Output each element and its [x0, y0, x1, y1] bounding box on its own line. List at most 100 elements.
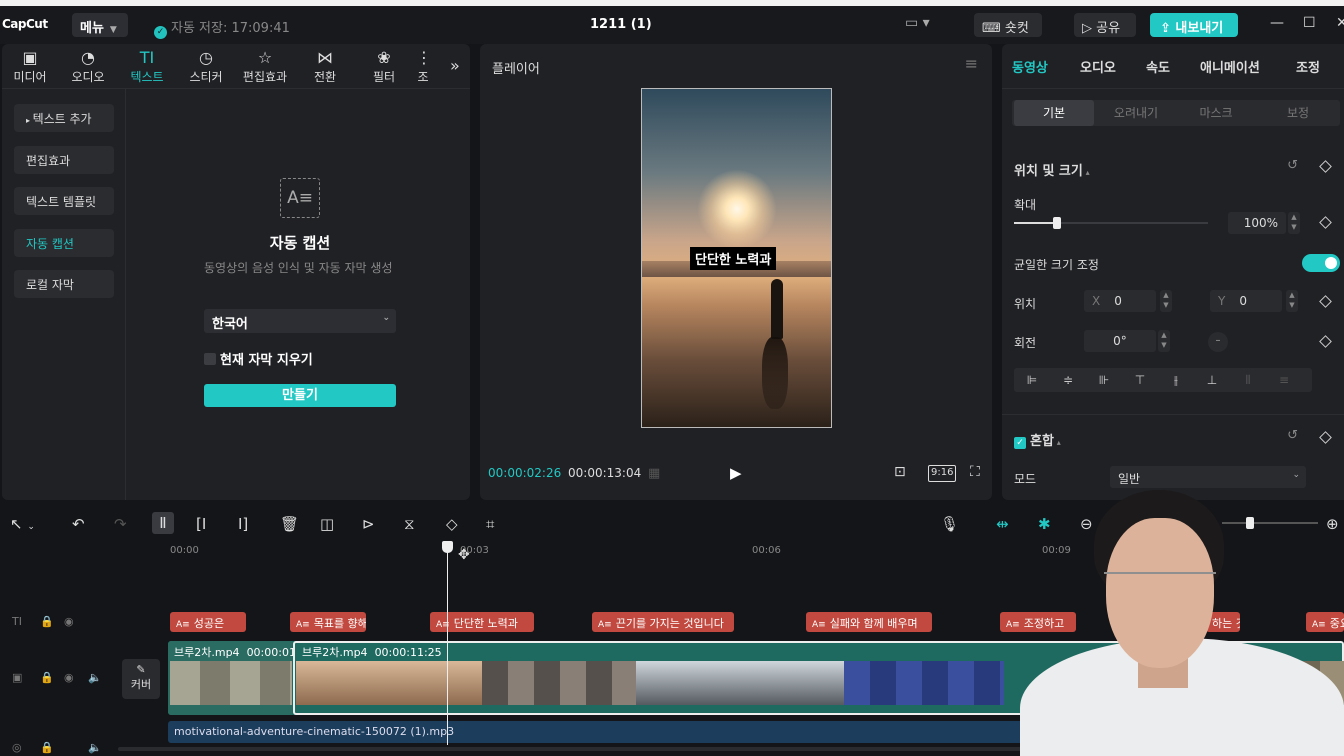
tab-adjust[interactable]: 조정	[1296, 57, 1320, 76]
playhead[interactable]	[447, 545, 448, 745]
scale-slider-handle[interactable]	[1053, 217, 1061, 229]
position-y-input[interactable]: Y0	[1210, 290, 1282, 312]
tab-video[interactable]: 동영상	[1012, 57, 1048, 76]
eye-icon[interactable]: ◉	[64, 671, 74, 684]
volume-icon[interactable]: 🔈	[88, 671, 102, 684]
x-stepper[interactable]: ▲ ▼	[1160, 290, 1172, 312]
position-x-input[interactable]: X0	[1084, 290, 1156, 312]
aspect-ratio-button[interactable]: 9:16	[928, 465, 957, 482]
align-top-icon[interactable]: ⊤	[1122, 368, 1158, 392]
select-tool-icon[interactable]: ↖ ⌄	[10, 515, 35, 533]
tool-transition[interactable]: ⋈ 전환	[299, 48, 351, 85]
layout-icon[interactable]: ▭ ▾	[905, 15, 941, 35]
subtab-mask[interactable]: 마스크	[1176, 104, 1256, 121]
reset-icon[interactable]: ↺	[1287, 158, 1298, 173]
keyframe-icon[interactable]	[1319, 160, 1332, 173]
make-button[interactable]: 만들기	[204, 384, 396, 407]
caption-clip[interactable]: A≡ 단단한 노력과	[430, 612, 534, 632]
undo-icon[interactable]: ↶	[72, 515, 85, 533]
subtab-cutout[interactable]: 오려내기	[1096, 104, 1176, 121]
subtab-retouch[interactable]: 보정	[1258, 104, 1338, 121]
align-center-h-icon[interactable]: ≑	[1050, 368, 1086, 392]
crop-icon[interactable]: ⌗	[486, 515, 494, 533]
tool-media[interactable]: ▣ 미디어	[4, 48, 56, 85]
tool-adjust[interactable]: ⋮ 조	[416, 48, 430, 85]
zoom-fit-icon[interactable]: ⊡	[894, 464, 906, 480]
caption-clip[interactable]: A≡ 끈기를 가지는 것입니다	[592, 612, 734, 632]
tool-audio[interactable]: ◔ 오디오	[62, 48, 114, 85]
keyframe-icon[interactable]	[1319, 335, 1332, 348]
align-center-v-icon[interactable]: ⫲	[1158, 368, 1194, 392]
more-tools-icon[interactable]: »	[450, 56, 460, 75]
rotation-input[interactable]: 0°	[1084, 330, 1156, 352]
rotation-dial-icon[interactable]: –	[1208, 332, 1228, 352]
lock-icon[interactable]: 🔒	[40, 741, 54, 754]
share-button[interactable]: ▷ 공유	[1074, 13, 1136, 37]
mic-icon[interactable]: 🎙	[940, 515, 959, 533]
preview-caption[interactable]: 단단한 노력과	[690, 247, 777, 270]
maximize-icon[interactable]: ☐	[1303, 15, 1316, 31]
caption-clip[interactable]: A≡ 성공은	[170, 612, 246, 632]
scale-value[interactable]: 100%	[1228, 212, 1286, 234]
side-item-effects[interactable]: 편집효과	[14, 146, 114, 174]
freeze-icon[interactable]: ◫	[320, 515, 334, 533]
tab-animation[interactable]: 애니메이션	[1200, 57, 1260, 76]
tab-audio[interactable]: 오디오	[1080, 57, 1116, 76]
tool-sticker[interactable]: ◷ 스티커	[180, 48, 232, 85]
magnet-icon[interactable]: ⇹	[996, 515, 1009, 533]
keyframe-icon[interactable]	[1319, 216, 1332, 229]
cover-button[interactable]: ✎ 커버	[122, 659, 160, 699]
caption-clip[interactable]: A≡ 목표를 향해	[290, 612, 366, 632]
eye-icon[interactable]: ◉	[64, 615, 74, 628]
side-item-text-template[interactable]: 텍스트 템플릿	[14, 187, 114, 215]
shortcut-button[interactable]: ⌨ 숏컷	[974, 13, 1042, 37]
blend-mode-select[interactable]: 일반 ⌄	[1110, 466, 1306, 488]
timecode-grid-icon[interactable]: ▦	[648, 466, 660, 481]
uniform-scale-toggle[interactable]	[1302, 254, 1340, 272]
minimize-icon[interactable]: —	[1270, 15, 1284, 31]
caption-clip[interactable]: A≡ 실패와 함께 배우며	[806, 612, 932, 632]
video-preview[interactable]: 단단한 노력과	[641, 88, 832, 428]
side-item-add-text[interactable]: ▸ 텍스트 추가	[14, 104, 114, 132]
align-bottom-icon[interactable]: ⊥	[1194, 368, 1230, 392]
close-icon[interactable]: ✕	[1336, 15, 1344, 31]
reverse-icon[interactable]: ⊳	[362, 515, 375, 533]
tool-filter[interactable]: ❀ 필터	[358, 48, 410, 85]
caret-up-icon: ▴	[1082, 168, 1090, 177]
keyframe-icon[interactable]	[1319, 431, 1332, 444]
scale-slider[interactable]	[1014, 217, 1208, 229]
y-stepper[interactable]: ▲ ▼	[1286, 290, 1298, 312]
scale-stepper[interactable]: ▲ ▼	[1288, 212, 1300, 234]
clear-captions-checkbox[interactable]: 현재 자막 지우기	[204, 349, 313, 368]
tool-effects[interactable]: ☆ 편집효과	[239, 48, 291, 85]
align-right-icon[interactable]: ⊪	[1086, 368, 1122, 392]
volume-icon[interactable]: 🔈	[88, 741, 102, 754]
delete-icon[interactable]: 🗑	[280, 515, 299, 533]
rotation-stepper[interactable]: ▲ ▼	[1158, 330, 1170, 352]
menu-icon[interactable]: ≡	[965, 54, 978, 73]
side-item-auto-caption[interactable]: 자동 캡션	[14, 229, 114, 257]
distribute-v-icon[interactable]: ≡	[1266, 368, 1302, 392]
split-left-icon[interactable]: [Ⅰ	[196, 515, 206, 533]
language-select[interactable]: 한국어 ⌄	[204, 309, 396, 333]
mirror-icon[interactable]: ⧖	[404, 515, 415, 533]
menu-button[interactable]: 메뉴 ▼	[72, 13, 128, 37]
fullscreen-icon[interactable]: ⛶	[970, 464, 980, 480]
rotate-icon[interactable]: ◇	[446, 515, 458, 533]
blend-checkbox-icon[interactable]: ✓	[1014, 437, 1026, 449]
align-left-icon[interactable]: ⊫	[1014, 368, 1050, 392]
keyframe-icon[interactable]	[1319, 295, 1332, 308]
subtab-basic[interactable]: 기본	[1014, 100, 1094, 126]
play-icon[interactable]: ▶	[730, 464, 742, 482]
tab-speed[interactable]: 속도	[1146, 57, 1170, 76]
split-right-icon[interactable]: Ⅰ]	[238, 515, 248, 533]
lock-icon[interactable]: 🔒	[40, 671, 54, 684]
redo-icon[interactable]: ↷	[114, 515, 127, 533]
lock-icon[interactable]: 🔒	[40, 615, 54, 628]
reset-icon[interactable]: ↺	[1287, 428, 1298, 443]
distribute-h-icon[interactable]: ⫴	[1230, 368, 1266, 392]
tool-text[interactable]: TI 텍스트	[121, 48, 173, 85]
side-item-local-subtitle[interactable]: 로컬 자막	[14, 270, 114, 298]
export-button[interactable]: ⇪ 내보내기	[1150, 13, 1238, 37]
split-icon[interactable]: Ⅱ	[152, 512, 174, 534]
